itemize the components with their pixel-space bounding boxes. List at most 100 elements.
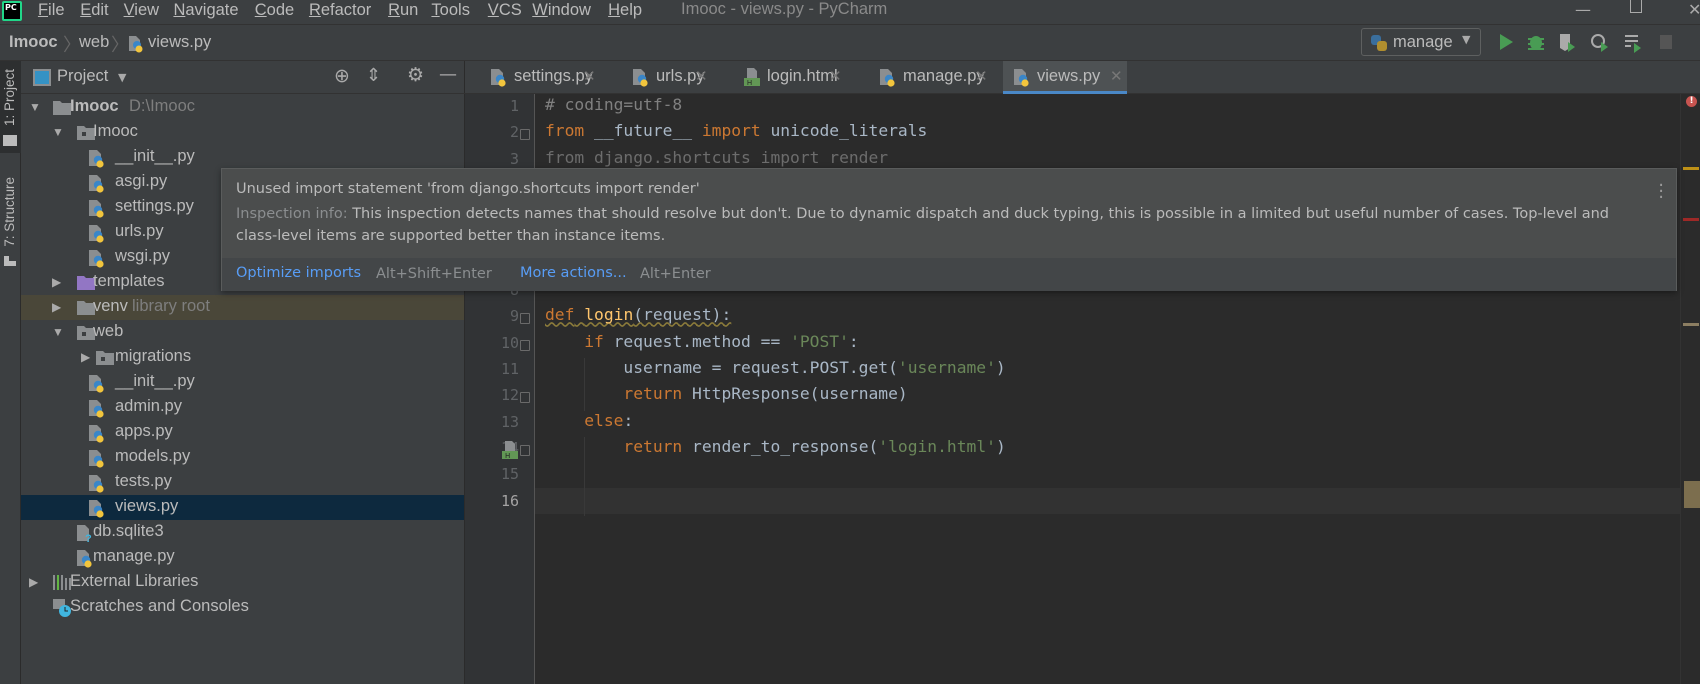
menu-window[interactable]: Window <box>532 1 591 20</box>
chevron-down-icon[interactable]: ▼ <box>118 71 126 84</box>
breadcrumb-project[interactable]: Imooc <box>9 33 58 52</box>
code-line[interactable]: def login(request): <box>545 305 731 324</box>
error-stripe[interactable]: ! <box>1680 94 1700 684</box>
tree-item[interactable]: ? db.sqlite3 <box>21 520 464 545</box>
folder-templates-icon <box>76 273 95 292</box>
warning-marker[interactable] <box>1683 167 1699 170</box>
code-line[interactable]: else: <box>545 411 633 430</box>
tree-item[interactable]: apps.py <box>21 420 464 445</box>
close-tab-icon[interactable]: ✕ <box>695 67 708 85</box>
error-marker[interactable] <box>1683 218 1699 221</box>
tree-item[interactable]: ▼ web <box>21 320 464 345</box>
tree-item[interactable]: ▶ venv library root <box>21 295 464 320</box>
error-indicator-icon[interactable]: ! <box>1686 96 1697 107</box>
code-line[interactable]: return HttpResponse(username) <box>545 384 907 404</box>
inspection-info: Inspection info: This inspection detects… <box>236 203 1636 247</box>
run-icon[interactable] <box>1496 31 1516 53</box>
profile-icon[interactable] <box>1590 31 1610 53</box>
close-window-button[interactable]: ✕ <box>1688 0 1700 19</box>
code-token: username = request.POST.get( <box>545 358 898 377</box>
python-icon <box>76 548 94 568</box>
folder-icon <box>76 298 95 317</box>
tree-item[interactable]: ▼ Imooc D:\Imooc <box>21 95 464 120</box>
fold-icon[interactable] <box>520 129 530 141</box>
coverage-icon[interactable] <box>1557 31 1577 53</box>
close-tab-icon[interactable]: ✕ <box>1110 67 1123 85</box>
tree-item[interactable]: ▼ Imooc <box>21 120 464 145</box>
tool-window-structure-button[interactable]: 7: Structure <box>0 173 21 273</box>
menu-file[interactable]: File <box>38 1 65 20</box>
breadcrumb-folder[interactable]: web <box>79 33 109 52</box>
tree-item[interactable]: __init__.py <box>21 370 464 395</box>
code-line[interactable]: if request.method == 'POST': <box>545 332 859 351</box>
tree-item[interactable]: ▶ External Libraries <box>21 570 464 595</box>
fold-end-icon[interactable] <box>520 392 530 404</box>
menu-code[interactable]: Code <box>255 1 294 20</box>
optimize-imports-link[interactable]: Optimize imports <box>236 265 361 281</box>
menu-refactor[interactable]: Refactor <box>309 1 371 20</box>
more-actions-link[interactable]: More actions... <box>520 265 627 281</box>
collapsed-arrow-icon[interactable]: ▶ <box>29 575 38 589</box>
close-tab-icon[interactable]: ✕ <box>583 67 596 85</box>
code-token: return <box>623 384 683 404</box>
menu-help[interactable]: Help <box>608 1 642 20</box>
debug-icon[interactable] <box>1526 31 1546 53</box>
close-tab-icon[interactable]: ✕ <box>975 67 988 85</box>
collapsed-arrow-icon[interactable]: ▶ <box>52 300 61 314</box>
svg-text:H: H <box>505 452 510 460</box>
tree-item-label: External Libraries <box>70 572 199 590</box>
menu-run[interactable]: Run <box>388 1 418 20</box>
code-line[interactable]: from django.shortcuts import render <box>545 148 888 167</box>
tree-item[interactable]: views.py <box>21 495 464 520</box>
stop-icon[interactable] <box>1657 31 1677 53</box>
project-view-select[interactable]: Project <box>57 67 108 86</box>
tree-item[interactable]: manage.py <box>21 545 464 570</box>
concurrency-icon[interactable] <box>1623 31 1643 53</box>
fold-icon[interactable] <box>520 339 530 351</box>
hide-panel-icon[interactable]: — <box>439 64 457 85</box>
menu-navigate[interactable]: Navigate <box>173 1 238 20</box>
close-tab-icon[interactable]: ✕ <box>829 67 842 85</box>
fold-icon[interactable] <box>520 313 530 325</box>
tab-login-html[interactable]: Hlogin.html ✕ <box>733 61 846 94</box>
locate-file-icon[interactable]: ⊕ <box>334 65 350 87</box>
menu-tools[interactable]: Tools <box>431 1 470 20</box>
breadcrumb-file[interactable]: views.py <box>148 33 211 52</box>
package-icon <box>95 348 114 367</box>
code-line[interactable]: username = request.POST.get('username') <box>545 358 1005 377</box>
menu-view[interactable]: View <box>124 1 159 20</box>
expanded-arrow-icon[interactable]: ▼ <box>52 125 64 139</box>
run-configuration-select[interactable]: manage ▼ <box>1361 28 1481 56</box>
code-line[interactable]: # coding=utf-8 <box>545 95 682 114</box>
minimize-button[interactable]: — <box>1575 0 1591 19</box>
tab-manage-py[interactable]: manage.py ✕ <box>869 61 992 94</box>
tree-item[interactable]: __init__.py <box>21 145 464 170</box>
tree-item[interactable]: admin.py <box>21 395 464 420</box>
collapsed-arrow-icon[interactable]: ▶ <box>81 350 90 364</box>
code-line[interactable]: return render_to_response('login.html') <box>545 437 1005 456</box>
collapse-all-icon[interactable]: ⇕ <box>366 65 381 86</box>
gear-icon[interactable]: ⚙ <box>407 64 424 86</box>
weak-warning-marker[interactable] <box>1683 323 1699 326</box>
tool-window-project-button[interactable]: 1: Project <box>0 61 21 153</box>
more-options-icon[interactable]: · · · <box>1658 177 1664 207</box>
scrollbar-thumb[interactable] <box>1684 481 1700 508</box>
expanded-arrow-icon[interactable]: ▼ <box>52 325 64 339</box>
tree-item[interactable]: models.py <box>21 445 464 470</box>
tab-views-py[interactable]: views.py ✕ <box>1003 61 1127 94</box>
menu-edit[interactable]: Edit <box>80 1 108 20</box>
collapsed-arrow-icon[interactable]: ▶ <box>52 275 61 289</box>
fold-end-icon[interactable] <box>520 444 530 456</box>
html-template-gutter-icon[interactable]: H <box>501 440 519 460</box>
inspection-actions: Optimize imports Alt+Shift+Enter More ac… <box>222 257 1676 291</box>
tab-settings-py[interactable]: settings.py ✕ <box>480 61 600 94</box>
code-line[interactable]: from __future__ import unicode_literals <box>545 121 927 140</box>
menu-vcs[interactable]: VCS <box>488 1 522 20</box>
tree-item[interactable]: Scratches and Consoles <box>21 595 464 620</box>
tree-item[interactable]: ▶ migrations <box>21 345 464 370</box>
tree-item[interactable]: tests.py <box>21 470 464 495</box>
expanded-arrow-icon[interactable]: ▼ <box>29 100 41 114</box>
maximize-button[interactable] <box>1630 0 1642 13</box>
tab-urls-py[interactable]: urls.py ✕ <box>622 61 712 94</box>
